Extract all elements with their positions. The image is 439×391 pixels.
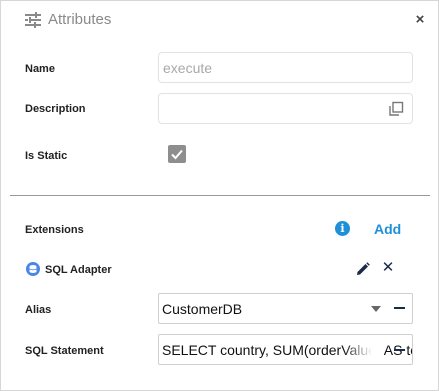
- remove-adapter-button[interactable]: ✕: [381, 260, 395, 276]
- sql-adapter-label: SQL Adapter: [45, 264, 112, 276]
- alias-select[interactable]: CustomerDB: [158, 293, 413, 324]
- name-value: execute: [163, 60, 213, 76]
- tune-sliders-icon: [25, 12, 41, 28]
- sql-statement-label: SQL Statement: [25, 345, 104, 357]
- name-field[interactable]: execute: [158, 52, 413, 83]
- attributes-panel: Attributes × Name execute Description Is…: [0, 0, 439, 391]
- database-icon: [26, 262, 40, 276]
- description-field[interactable]: [158, 93, 413, 124]
- info-icon[interactable]: i: [335, 221, 350, 236]
- section-divider: [10, 195, 430, 196]
- is-static-label: Is Static: [25, 150, 68, 162]
- checkmark-icon: [171, 149, 183, 160]
- alias-label: Alias: [25, 304, 52, 316]
- extensions-label: Extensions: [25, 224, 84, 236]
- minus-icon[interactable]: [394, 307, 405, 309]
- panel-title: Attributes: [48, 11, 112, 28]
- text-overflow-fade: [344, 335, 384, 364]
- add-extension-button[interactable]: Add: [374, 221, 401, 237]
- panel-header: Attributes ×: [1, 1, 438, 39]
- description-label: Description: [25, 103, 86, 115]
- close-button[interactable]: ×: [412, 12, 428, 28]
- pencil-edit-icon[interactable]: [356, 262, 370, 276]
- alias-value: CustomerDB: [162, 301, 243, 317]
- sql-statement-field[interactable]: SELECT country, SUM(orderValue) AS total…: [158, 334, 413, 365]
- minus-icon[interactable]: [394, 349, 405, 351]
- name-label: Name: [25, 63, 55, 75]
- chevron-down-icon[interactable]: [371, 306, 381, 312]
- copy-icon[interactable]: [388, 101, 404, 117]
- is-static-checkbox[interactable]: [168, 145, 186, 163]
